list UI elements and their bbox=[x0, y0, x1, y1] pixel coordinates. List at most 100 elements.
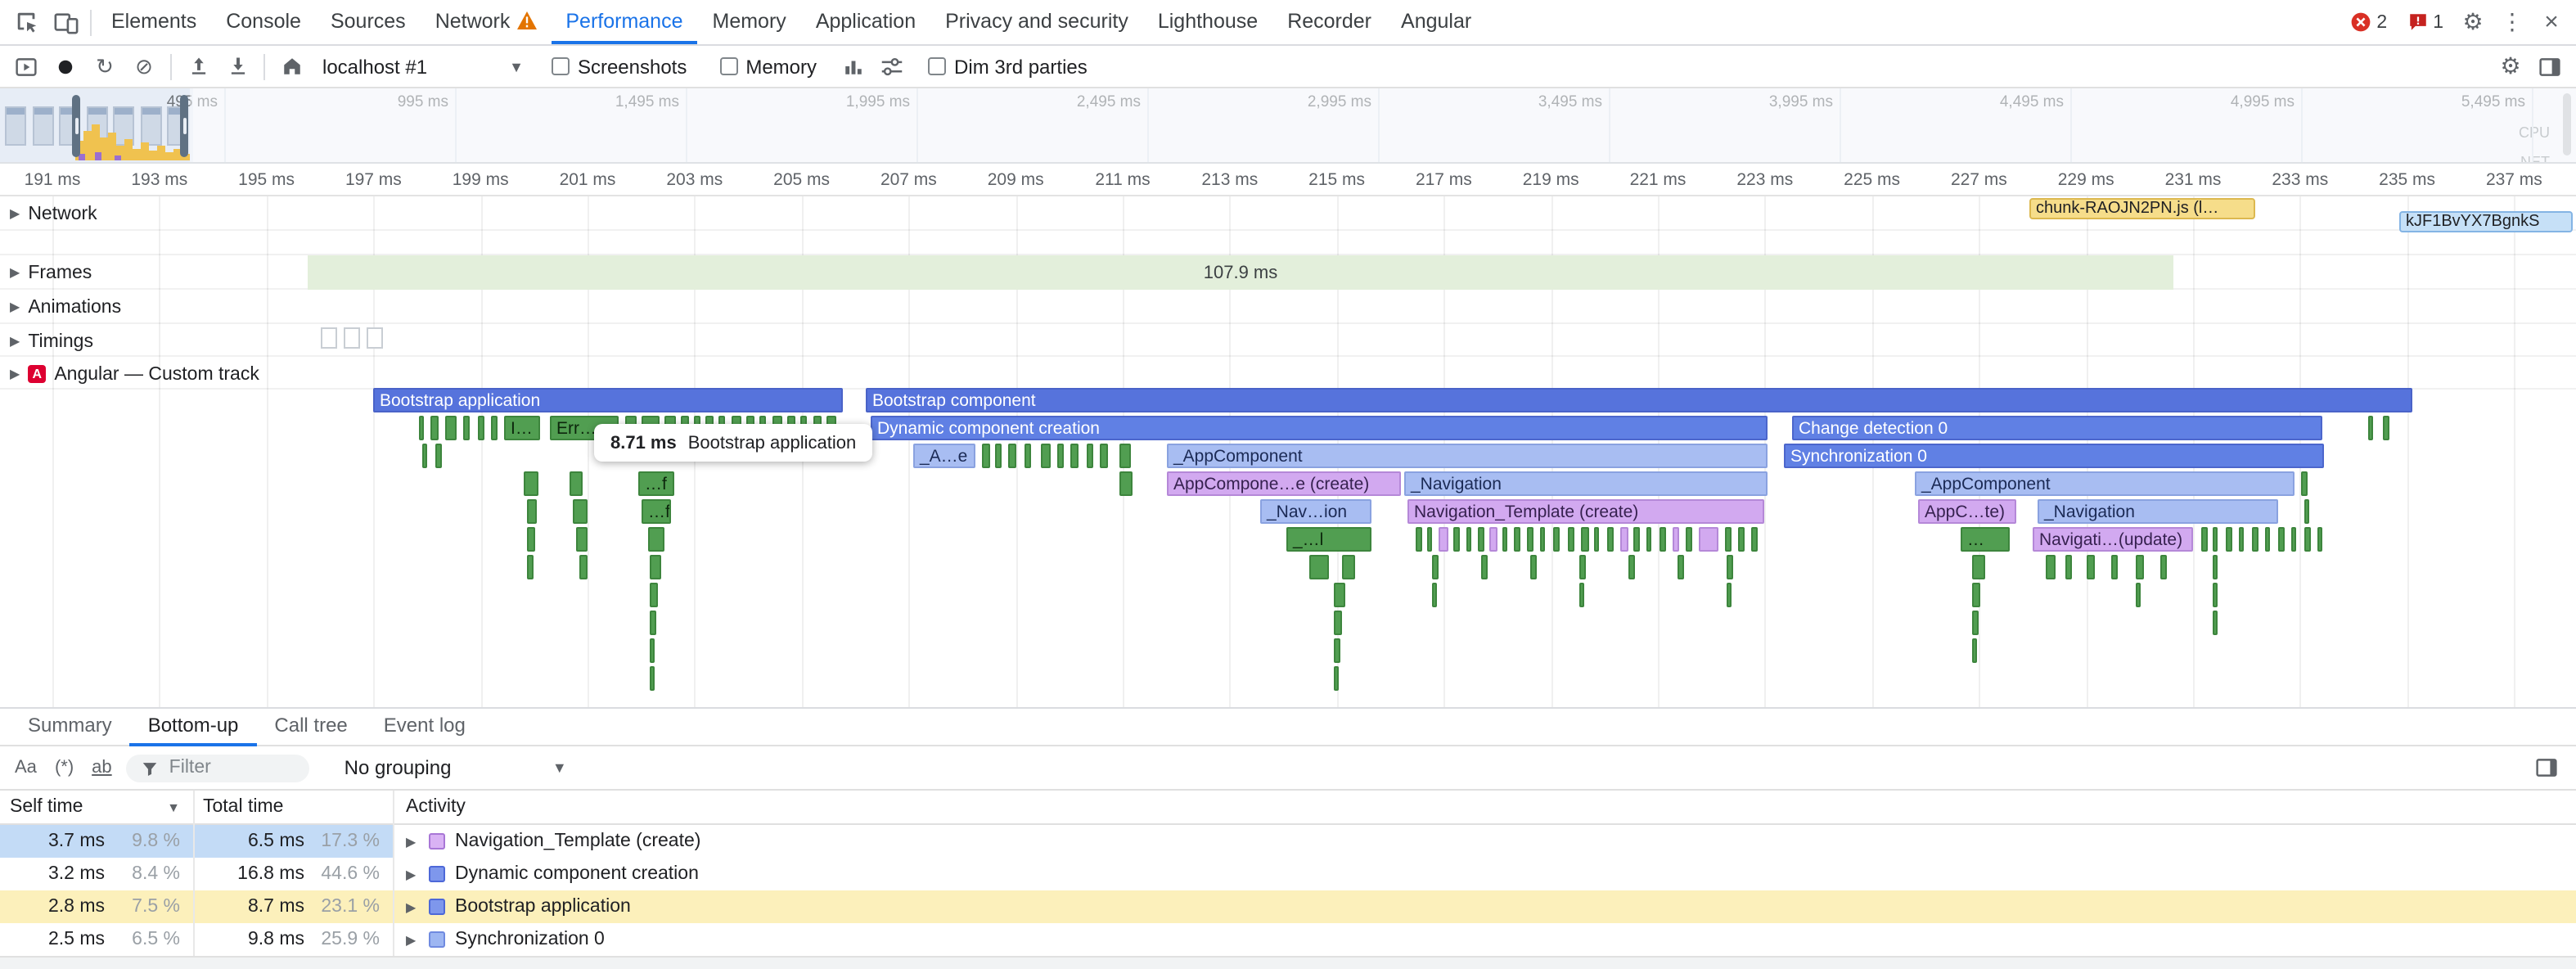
flame-bar[interactable] bbox=[1334, 583, 1345, 607]
expand-arrow-icon[interactable]: ▶ bbox=[10, 300, 20, 314]
flame-bar[interactable] bbox=[1502, 527, 1507, 552]
reload-and-record-icon[interactable]: ↻ bbox=[87, 48, 123, 84]
flame-bar[interactable] bbox=[576, 527, 588, 552]
load-profile-icon[interactable] bbox=[180, 48, 216, 84]
flame-bar[interactable] bbox=[1119, 471, 1133, 496]
flame-bar[interactable] bbox=[2213, 527, 2218, 552]
filter-input[interactable]: Filter bbox=[127, 754, 310, 782]
flame-bar[interactable] bbox=[1432, 583, 1437, 607]
issues-badge[interactable]: 1 bbox=[2398, 11, 2452, 33]
flame-bar[interactable] bbox=[995, 444, 1002, 468]
flame-bar[interactable]: Bootstrap application bbox=[373, 388, 843, 412]
device-toolbar-icon[interactable] bbox=[46, 1, 85, 43]
flame-bar[interactable] bbox=[1660, 527, 1666, 552]
flame-bar[interactable] bbox=[1568, 527, 1574, 552]
tab-memory[interactable]: Memory bbox=[698, 0, 801, 44]
tab-angular[interactable]: Angular bbox=[1386, 0, 1486, 44]
session-select[interactable]: localhost #1 ▼ bbox=[313, 50, 534, 83]
flame-bar[interactable] bbox=[1527, 527, 1533, 552]
flame-bar[interactable]: _A…e bbox=[913, 444, 975, 468]
close-devtools-icon[interactable]: × bbox=[2533, 8, 2569, 36]
track-animations[interactable]: ▶Animations bbox=[10, 295, 121, 319]
expand-arrow-icon[interactable]: ▶ bbox=[10, 265, 20, 280]
flame-bar[interactable]: _Navigation bbox=[1404, 471, 1768, 496]
memory-checkbox-group[interactable]: Memory bbox=[719, 55, 817, 78]
table-row[interactable]: 3.2 ms8.4 %16.8 ms44.6 %▶Dynamic compone… bbox=[0, 858, 2576, 890]
flame-bar[interactable] bbox=[1699, 527, 1718, 552]
whole-word-toggle[interactable]: ab bbox=[88, 758, 115, 777]
flame-bar[interactable] bbox=[650, 611, 656, 635]
flame-bar[interactable] bbox=[435, 444, 442, 468]
flame-bar[interactable]: AppC…te) bbox=[1918, 499, 2016, 524]
flame-bar[interactable]: Navigati…(update) bbox=[2033, 527, 2193, 552]
flame-bar[interactable] bbox=[648, 527, 664, 552]
flame-bar[interactable] bbox=[1620, 527, 1628, 552]
grouping-select[interactable]: No grouping ▼ bbox=[345, 756, 567, 779]
horizontal-scrollbar[interactable] bbox=[0, 956, 2576, 969]
flame-bar[interactable] bbox=[650, 638, 655, 663]
flame-bar[interactable]: Synchronization 0 bbox=[1784, 444, 2324, 468]
screenshots-checkbox[interactable] bbox=[552, 57, 570, 75]
track-angular-custom-track[interactable]: ▶AAngular — Custom track bbox=[10, 362, 259, 386]
tab-application[interactable]: Application bbox=[801, 0, 930, 44]
flame-bar[interactable] bbox=[2301, 471, 2308, 496]
tab-network[interactable]: Network bbox=[421, 0, 552, 44]
save-profile-icon[interactable] bbox=[219, 48, 255, 84]
selection-handle-right[interactable] bbox=[180, 95, 188, 157]
flame-bar[interactable] bbox=[2213, 583, 2218, 607]
flame-bar[interactable] bbox=[1530, 555, 1537, 579]
tab-privacy-and-security[interactable]: Privacy and security bbox=[930, 0, 1143, 44]
flame-bar[interactable]: … bbox=[1961, 527, 2010, 552]
timing-marker[interactable] bbox=[367, 327, 383, 349]
flame-bar[interactable] bbox=[579, 555, 588, 579]
memory-checkbox[interactable] bbox=[719, 57, 737, 75]
column-header-self-time[interactable]: Self time ▼ bbox=[0, 797, 193, 817]
column-header-activity[interactable]: Activity bbox=[393, 797, 466, 817]
expand-arrow-icon[interactable]: ▶ bbox=[10, 206, 20, 221]
flame-bar[interactable] bbox=[1334, 638, 1340, 663]
flame-bar[interactable] bbox=[650, 583, 658, 607]
tab-recorder[interactable]: Recorder bbox=[1272, 0, 1386, 44]
kebab-menu-icon[interactable]: ⋮ bbox=[2494, 8, 2530, 36]
expand-arrow-icon[interactable]: ▶ bbox=[406, 932, 419, 947]
flame-bar[interactable] bbox=[1489, 527, 1497, 552]
flame-bar[interactable] bbox=[1432, 555, 1439, 579]
flame-bar[interactable] bbox=[1628, 555, 1635, 579]
flame-bar[interactable] bbox=[527, 527, 535, 552]
tab-sources[interactable]: Sources bbox=[316, 0, 421, 44]
column-header-total-time[interactable]: Total time bbox=[193, 797, 393, 817]
flame-bar[interactable] bbox=[2213, 611, 2218, 635]
expand-arrow-icon[interactable]: ▶ bbox=[10, 334, 20, 349]
timing-marker[interactable] bbox=[344, 327, 360, 349]
flame-bar[interactable] bbox=[1309, 555, 1329, 579]
flame-bar[interactable] bbox=[2087, 555, 2095, 579]
flame-bar[interactable] bbox=[1581, 527, 1589, 552]
flame-bar[interactable] bbox=[1727, 583, 1732, 607]
flame-bar[interactable]: _Navigation bbox=[2038, 499, 2278, 524]
screenshots-checkbox-group[interactable]: Screenshots bbox=[552, 55, 687, 78]
flame-bar[interactable] bbox=[1725, 527, 1732, 552]
tab-performance[interactable]: Performance bbox=[551, 0, 697, 44]
flame-bar[interactable] bbox=[1070, 444, 1079, 468]
flame-bar[interactable] bbox=[1119, 444, 1131, 468]
flame-bar[interactable] bbox=[524, 471, 538, 496]
flame-bar[interactable] bbox=[1972, 555, 1985, 579]
flame-bar[interactable] bbox=[2226, 527, 2232, 552]
flame-bar[interactable] bbox=[573, 499, 588, 524]
flame-bar[interactable] bbox=[1041, 444, 1051, 468]
flame-bar[interactable] bbox=[1100, 444, 1108, 468]
selection-handle-left[interactable] bbox=[72, 95, 80, 157]
flame-bar[interactable] bbox=[430, 416, 439, 440]
match-case-toggle[interactable]: Aa bbox=[11, 758, 40, 777]
flame-bar[interactable]: _…l bbox=[1286, 527, 1371, 552]
flame-bar[interactable] bbox=[650, 555, 661, 579]
tab-summary[interactable]: Summary bbox=[10, 708, 130, 746]
flame-bar[interactable] bbox=[1057, 444, 1064, 468]
flame-bar[interactable]: _Nav…ion bbox=[1260, 499, 1371, 524]
flame-bar[interactable] bbox=[1972, 611, 1979, 635]
flame-bar[interactable] bbox=[2317, 527, 2322, 552]
network-request-chip[interactable]: chunk-RAOJN2PN.js (l… bbox=[2029, 198, 2255, 219]
flame-bar[interactable] bbox=[2136, 555, 2144, 579]
flame-bar[interactable]: Bootstrap component bbox=[866, 388, 2412, 412]
tab-lighthouse[interactable]: Lighthouse bbox=[1143, 0, 1272, 44]
